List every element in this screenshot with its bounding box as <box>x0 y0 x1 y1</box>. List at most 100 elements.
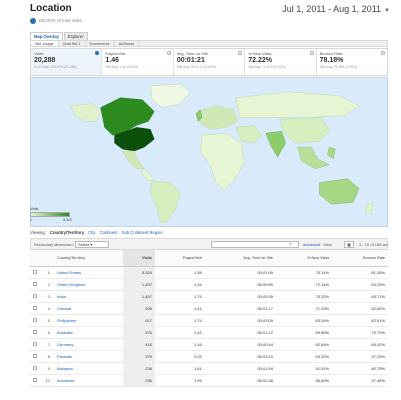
world-map[interactable] <box>30 77 388 227</box>
row-visits: 1,457 <box>122 290 155 303</box>
row-pages-visit: 1.42 <box>154 326 205 340</box>
row-checkbox[interactable] <box>30 338 40 352</box>
location-report: Location 100.00% of total visits Jul 1, … <box>0 0 401 400</box>
scorecard-value: 72.22% <box>248 57 272 64</box>
row-new-visits: 51.51% <box>276 362 333 376</box>
checkbox[interactable] <box>33 281 37 286</box>
viewing-country[interactable]: Country/Territory <box>50 230 84 235</box>
row-rank: 2. <box>40 278 54 291</box>
scorecard-label: % New Visits <box>248 51 272 56</box>
tab-adsense[interactable]: AdSense <box>115 41 140 46</box>
row-new-visits: 63.32% <box>276 350 333 364</box>
row-new-visits: 75.32% <box>276 290 333 303</box>
checkbox[interactable] <box>33 342 37 347</box>
tab-map-overlay[interactable]: Map Overlay <box>30 32 63 40</box>
scorecard-value: 00:01:21 <box>176 57 205 64</box>
table-row[interactable]: 8. Pakistan 379 2.09 00:03:19 63.32% 47.23% <box>30 350 388 364</box>
row-avg-time: 00:01:54 <box>204 362 277 376</box>
checkbox[interactable] <box>33 330 37 335</box>
secondary-dimension-select[interactable]: Select ▾ <box>75 241 109 248</box>
row-country-link[interactable]: Philippines <box>54 314 123 327</box>
row-avg-time: 00:01:12 <box>204 326 277 340</box>
row-visits: 236 <box>122 374 155 388</box>
row-country-link[interactable]: Australia <box>54 326 123 340</box>
search-input[interactable] <box>211 241 299 248</box>
checkbox[interactable] <box>33 354 37 359</box>
row-country-link[interactable]: Malaysia <box>54 362 123 376</box>
checkbox[interactable] <box>33 293 37 298</box>
select-text: Select <box>78 242 90 247</box>
table-row[interactable]: 3. India 1,457 1.75 00:03:35 75.32% 65.71% <box>30 290 388 303</box>
table-row[interactable]: 10. Indonesia 236 1.95 00:02:38 55.69% 47.46% <box>30 374 388 388</box>
table-row[interactable]: 9. Malaysia 238 1.61 00:01:54 51.51% 80.75% <box>30 362 388 376</box>
table-header-row: Country/Territory Visits Pages/Visit Avg… <box>30 250 388 267</box>
row-country-link[interactable]: United Kingdom <box>54 278 123 291</box>
table-row[interactable]: 2. United Kingdom 1,497 1.34 00:00:59 72.14% 8… <box>30 278 388 291</box>
scorecard-visits[interactable]: Visits 20,288 % of Total: 100.00% (20,28… <box>31 49 103 75</box>
search-icon[interactable]: ⌕ <box>289 241 292 247</box>
row-avg-time: 00:00:44 <box>204 338 277 352</box>
checkbox[interactable] <box>33 305 37 310</box>
scorecard-sub: Site Avg: 78.18% (0.00%) <box>319 65 358 69</box>
scorecard-sub: Site Avg: 72.20% (0.02%) <box>248 65 286 69</box>
row-visits: 617 <box>122 314 155 327</box>
checkbox[interactable] <box>33 317 37 322</box>
checkbox[interactable] <box>33 269 37 274</box>
tab-explorer[interactable]: Explorer <box>63 32 88 40</box>
row-country-link[interactable]: Indonesia <box>54 374 123 388</box>
viewing-city[interactable]: City <box>88 230 95 235</box>
tab-site-usage[interactable]: Site Usage <box>31 41 59 46</box>
row-rank: 9. <box>40 362 54 376</box>
header-pages-visit[interactable]: Pages/Visit <box>154 250 205 267</box>
checkbox[interactable] <box>33 366 37 371</box>
row-country-link[interactable]: United States <box>54 266 123 279</box>
info-dot-icon <box>30 18 36 24</box>
chevron-down-icon: ▼ <box>384 8 390 14</box>
scorecard-pages-visit[interactable]: Pages/Visit 1.46 Site Avg: 1.46 (0.00%) <box>102 49 174 75</box>
legend-gradient <box>30 212 70 217</box>
row-checkbox[interactable] <box>30 266 40 279</box>
table-row[interactable]: 1. United States 5,320 1.38 00:01:09 75.14% 81… <box>30 266 388 279</box>
row-new-visits: 71.43% <box>276 302 333 315</box>
header-bounce-rate[interactable]: Bounce Rate <box>332 250 388 267</box>
row-new-visits: 72.14% <box>276 278 333 291</box>
row-checkbox[interactable] <box>30 278 40 291</box>
header-new-visits[interactable]: % New Visits <box>276 250 333 267</box>
date-range-picker[interactable]: Jul 1, 2011 - Aug 1, 2011 ▼ <box>282 4 390 14</box>
header-visits[interactable]: Visits <box>122 250 155 267</box>
header-country[interactable]: Country/Territory <box>54 250 123 267</box>
row-checkbox[interactable] <box>30 314 40 327</box>
row-checkbox[interactable] <box>30 374 40 388</box>
table-row[interactable]: 4. Canada 938 1.41 00:01:17 71.43% 82.62% <box>30 302 388 315</box>
scorecard-bounce-rate[interactable]: Bounce Rate 78.18% Site Avg: 78.18% (0.0… <box>317 49 387 75</box>
viewing-sub-continent[interactable]: Sub Continent Region <box>122 230 163 235</box>
scorecard-avg-time[interactable]: Avg. Time on Site 00:01:21 Site Avg: 00:… <box>174 49 246 75</box>
advanced-filter-link[interactable]: advanced <box>303 242 320 247</box>
header-avg-time[interactable]: Avg. Time on Site <box>204 250 277 267</box>
row-visits: 416 <box>122 338 155 352</box>
table-row[interactable]: 5. Philippines 617 1.74 00:03:09 63.04% 62.91% <box>30 314 388 327</box>
row-checkbox[interactable] <box>30 362 40 376</box>
checkbox[interactable] <box>33 378 37 383</box>
tab-goal-set-1[interactable]: Goal Set 1 <box>59 41 86 46</box>
table-row[interactable]: 7. Germany 416 1.16 00:00:44 62.64% 89.42% <box>30 338 388 352</box>
row-country-link[interactable]: India <box>54 290 123 303</box>
row-checkbox[interactable] <box>30 290 40 303</box>
table-row[interactable]: 6. Australia 576 1.42 00:01:12 69.85% 79.79% <box>30 326 388 340</box>
row-checkbox[interactable] <box>30 326 40 340</box>
tab-ecommerce[interactable]: Ecommerce <box>86 41 115 46</box>
views-label: View <box>323 242 332 247</box>
viewing-continent[interactable]: Continent <box>100 230 118 235</box>
row-checkbox[interactable] <box>30 350 40 364</box>
row-bounce-rate: 65.71% <box>332 290 388 303</box>
row-rank: 8. <box>40 350 54 364</box>
row-country-link[interactable]: Germany <box>54 338 123 352</box>
row-country-link[interactable]: Pakistan <box>54 350 123 364</box>
row-avg-time: 00:03:09 <box>204 314 277 327</box>
row-checkbox[interactable] <box>30 302 40 315</box>
row-visits: 938 <box>122 302 155 315</box>
scorecard-new-visits[interactable]: % New Visits 72.22% Site Avg: 72.20% (0.… <box>245 49 317 75</box>
row-country-link[interactable]: Canada <box>54 302 123 315</box>
grid-view-icon[interactable]: ▦ <box>344 241 354 248</box>
row-avg-time: 00:00:59 <box>204 278 277 291</box>
